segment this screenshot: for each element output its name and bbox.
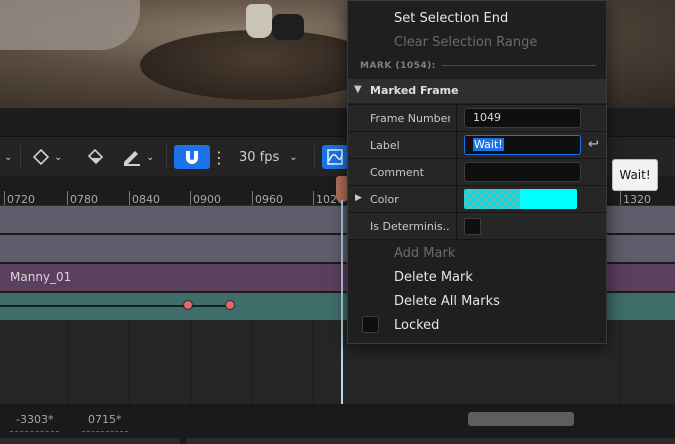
fps-dropdown[interactable]: 30 fps ⌄	[239, 145, 298, 169]
ruler-tick	[252, 191, 253, 205]
more-vertical-icon: ⋮	[211, 147, 227, 167]
grid-line	[620, 320, 621, 404]
ruler-tick-label: 0900	[193, 193, 221, 206]
ruler-tick-label: 1320	[623, 193, 651, 206]
grid-line	[67, 320, 68, 404]
expand-arrow-icon: ▼	[354, 84, 362, 95]
property-label: Frame Number	[370, 112, 450, 125]
horizontal-scrollbar[interactable]	[468, 412, 574, 426]
property-row-deterministic: Is Determinis...	[348, 212, 606, 240]
bottom-strip	[0, 438, 180, 444]
bottom-strip	[186, 438, 675, 444]
deterministic-checkbox[interactable]	[464, 218, 481, 235]
view-end-time[interactable]: 0715*	[82, 412, 128, 432]
grid-line	[252, 320, 253, 404]
property-label: Color	[370, 193, 399, 206]
ruler-tick	[620, 191, 621, 205]
property-splitter[interactable]	[456, 105, 457, 132]
chevron-down-icon: ⌄	[4, 151, 13, 163]
grid-line	[313, 320, 314, 404]
label-field-selected-text: Wait!	[473, 138, 504, 151]
marked-frame-title: Marked Frame	[370, 84, 459, 97]
context-menu: Set Selection End Clear Selection Range …	[347, 0, 607, 344]
color-solid-preview	[520, 189, 577, 209]
view-start-time[interactable]: -3303*	[10, 412, 60, 432]
menu-item-delete-all-marks[interactable]: Delete All Marks	[394, 294, 500, 309]
color-swatch[interactable]	[464, 189, 577, 209]
chevron-down-icon: ⌄	[54, 151, 63, 163]
property-splitter[interactable]	[456, 159, 457, 186]
color-alpha-preview	[464, 189, 520, 209]
ruler-tick-label: 0720	[7, 193, 35, 206]
property-splitter[interactable]	[456, 213, 457, 240]
scene-table	[140, 30, 380, 100]
keyframe-dot[interactable]	[225, 300, 235, 310]
scene-vase-dark	[272, 14, 304, 40]
menu-item-set-selection-end[interactable]: Set Selection End	[394, 11, 508, 26]
comment-field[interactable]	[464, 162, 581, 182]
property-splitter[interactable]	[456, 186, 457, 213]
ruler-tick	[67, 191, 68, 205]
property-label: Comment	[370, 166, 424, 179]
key-line	[0, 305, 230, 307]
locked-checkbox[interactable]	[362, 316, 379, 333]
key-type-button[interactable]: ⌄	[32, 145, 62, 169]
snap-toggle-button[interactable]	[174, 145, 210, 169]
menu-item-delete-mark[interactable]: Delete Mark	[394, 270, 473, 285]
mark-label-tooltip: Wait!	[612, 159, 658, 191]
toolbar-divider	[314, 145, 315, 169]
menu-item-locked[interactable]: Locked	[394, 318, 439, 333]
marked-frame-header[interactable]: ▼ Marked Frame	[348, 79, 606, 103]
section-divider	[442, 65, 596, 66]
ruler-tick	[129, 191, 130, 205]
keyframe-dot[interactable]	[183, 300, 193, 310]
pencil-icon	[124, 151, 140, 166]
chevron-down-icon: ⌄	[289, 151, 298, 163]
expand-arrow-icon[interactable]: ▶	[355, 193, 362, 203]
ruler-tick-label: 0840	[132, 193, 160, 206]
reset-arrow-icon[interactable]: ↩	[588, 137, 599, 152]
ruler-tick-label: 0960	[255, 193, 283, 206]
toolbar-divider	[166, 145, 167, 169]
scene-sofa	[0, 0, 140, 50]
fps-label: 30 fps	[239, 149, 280, 165]
menu-item-add-mark: Add Mark	[394, 246, 456, 261]
ruler-tick-label: 0780	[70, 193, 98, 206]
toolbar-divider	[20, 145, 21, 169]
menu-item-clear-selection-range: Clear Selection Range	[394, 35, 538, 50]
magnet-icon	[186, 151, 198, 164]
grid-line	[129, 320, 130, 404]
fill-tool-button[interactable]	[86, 145, 106, 169]
diamond-icon	[32, 148, 50, 166]
property-label: Label	[370, 139, 400, 152]
bottom-bar: -3303* 0715*	[0, 404, 675, 444]
mark-section-header: MARK (1054):	[360, 61, 436, 71]
snap-options-button[interactable]: ⋮	[211, 145, 227, 169]
graph-icon	[327, 149, 343, 165]
property-row-color: ▶ Color	[348, 185, 606, 213]
track-label: Manny_01	[10, 270, 72, 284]
property-row-frame-number: Frame Number 1049	[348, 104, 606, 132]
scene-vase	[246, 4, 272, 38]
property-splitter[interactable]	[456, 132, 457, 159]
playhead-line	[341, 200, 343, 404]
ruler-tick	[190, 191, 191, 205]
draw-tool-button[interactable]: ⌄	[122, 145, 154, 169]
chevron-down-icon: ⌄	[146, 151, 155, 163]
property-row-label: Label Wait! ↩	[348, 131, 606, 159]
toolbar-chevron[interactable]: ⌄	[0, 145, 12, 169]
paint-bucket-icon	[87, 148, 104, 165]
curve-editor-button[interactable]	[322, 145, 348, 169]
frame-number-field[interactable]: 1049	[464, 108, 581, 128]
grid-line	[190, 320, 191, 404]
ruler-tick	[4, 191, 5, 205]
property-row-comment: Comment	[348, 158, 606, 186]
property-label: Is Determinis...	[370, 220, 450, 233]
label-field[interactable]: Wait!	[464, 135, 581, 155]
section-divider	[348, 239, 606, 240]
ruler-tick	[313, 191, 314, 205]
